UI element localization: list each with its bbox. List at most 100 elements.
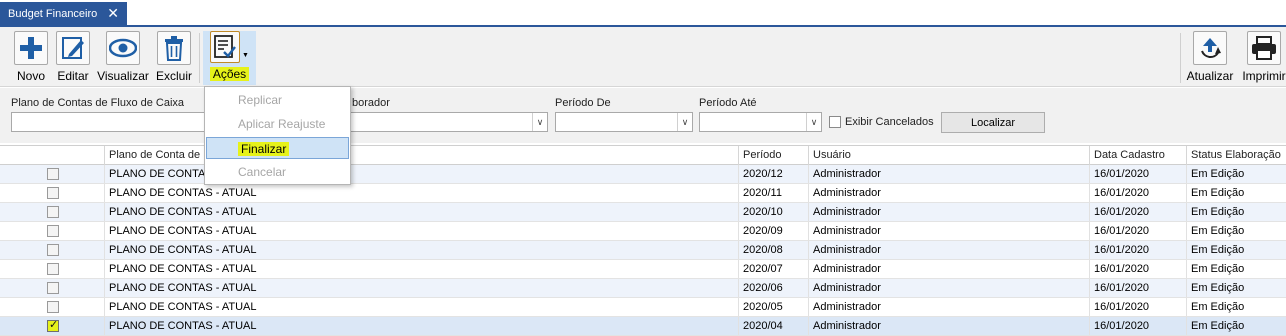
cell-periodo: 2020/12 [738, 165, 808, 183]
editar-button[interactable]: Editar [56, 31, 90, 85]
tab-budget-financeiro[interactable]: Budget Financeiro ✕ [0, 2, 127, 25]
header-plano[interactable]: Plano de Conta de F [104, 146, 738, 165]
cell-periodo: 2020/10 [738, 203, 808, 221]
acoes-button[interactable]: ▼ Ações [203, 31, 256, 85]
cell-plano: PLANO DE CONTAS - ATUAL [104, 298, 738, 316]
atualizar-button[interactable]: Atualizar [1186, 31, 1234, 85]
header-data-cadastro[interactable]: Data Cadastro [1089, 146, 1186, 165]
chevron-down-icon: ▼ [242, 52, 249, 59]
menu-item-aplicar-reajuste[interactable]: Aplicar Reajuste [205, 113, 350, 135]
periodo-ate-select[interactable]: ∨ [699, 112, 822, 132]
grid-header: Plano de Conta de F Período Usuário Data… [0, 145, 1286, 165]
cell-data-cadastro: 16/01/2020 [1089, 184, 1186, 202]
cell-data-cadastro: 16/01/2020 [1089, 165, 1186, 183]
cell-plano: PLANO DE CONTAS - ATUAL [104, 184, 738, 202]
cell-data-cadastro: 16/01/2020 [1089, 298, 1186, 316]
toolbar: Novo Editar Visualizar Excluir ▼ Ações A… [0, 27, 1286, 87]
cell-plano: PLANO DE CONTAS - ATUAL [104, 222, 738, 240]
header-status[interactable]: Status Elaboração [1186, 146, 1286, 165]
header-periodo[interactable]: Período [738, 146, 808, 165]
cell-status: Em Edição [1186, 317, 1286, 335]
novo-button[interactable]: Novo [12, 31, 50, 85]
cell-data-cadastro: 16/01/2020 [1089, 241, 1186, 259]
tab-strip: Budget Financeiro ✕ [0, 0, 1286, 27]
cell-plano: PLANO DE CONTAS - ATUAL [104, 279, 738, 297]
printer-icon [1247, 31, 1281, 65]
cell-status: Em Edição [1186, 222, 1286, 240]
imprimir-label: Imprimir [1242, 69, 1286, 83]
menu-item-replicar[interactable]: Replicar [205, 89, 350, 111]
row-checkbox[interactable] [47, 263, 59, 275]
cell-periodo: 2020/09 [738, 222, 808, 240]
imprimir-button[interactable]: Imprimir [1242, 31, 1286, 85]
localizar-button[interactable]: Localizar [941, 112, 1045, 133]
close-icon[interactable]: ✕ [107, 5, 119, 21]
chevron-down-icon[interactable]: ∨ [532, 113, 547, 131]
filter-bar: Plano de Contas de Fluxo de Caixa borado… [0, 88, 1286, 143]
cell-usuario: Administrador [808, 279, 1089, 297]
table-row[interactable]: PLANO DE CONTAS - ATUAL 2020/05 Administra… [0, 298, 1286, 317]
cell-usuario: Administrador [808, 165, 1089, 183]
data-grid: Plano de Conta de F Período Usuário Data… [0, 145, 1286, 336]
row-checkbox[interactable] [47, 282, 59, 294]
elaborador-label: borador [352, 97, 390, 109]
cell-data-cadastro: 16/01/2020 [1089, 317, 1186, 335]
novo-label: Novo [16, 69, 45, 83]
cell-periodo: 2020/11 [738, 184, 808, 202]
exibir-cancelados-checkbox[interactable] [829, 116, 841, 128]
cell-status: Em Edição [1186, 260, 1286, 278]
chevron-down-icon[interactable]: ∨ [806, 113, 821, 131]
table-row[interactable]: PLANO DE CONTAS - ATUAL 2020/09 Administra… [0, 222, 1286, 241]
table-row[interactable]: PLANO DE CONTAS - ATUAL 2020/08 Administra… [0, 241, 1286, 260]
cell-periodo: 2020/04 [738, 317, 808, 335]
cell-data-cadastro: 16/01/2020 [1089, 260, 1186, 278]
chevron-down-icon[interactable]: ∨ [677, 113, 692, 131]
trash-icon [157, 31, 191, 65]
excluir-button[interactable]: Excluir [156, 31, 192, 85]
toolbar-separator-right [1180, 33, 1181, 83]
exibir-cancelados-label: Exibir Cancelados [845, 116, 934, 128]
menu-item-finalizar[interactable]: Finalizar [206, 137, 349, 159]
checklist-icon [210, 31, 241, 63]
table-row[interactable]: PLANO DE CONTAS - ATUAL 2020/07 Administra… [0, 260, 1286, 279]
table-row[interactable]: PLANO DE CONTAS - ATUAL 2020/06 Administra… [0, 279, 1286, 298]
cell-status: Em Edição [1186, 203, 1286, 221]
row-checkbox[interactable] [47, 301, 59, 313]
row-checkbox[interactable] [47, 206, 59, 218]
table-row[interactable]: PLANO DE CONTAS - ATUAL 2020/11 Administra… [0, 184, 1286, 203]
acoes-label: Ações [209, 67, 250, 81]
app-window: Budget Financeiro ✕ Novo Editar Visualiz… [0, 0, 1286, 336]
cell-plano: PLANO DE CONTAS - ATUAL [104, 203, 738, 221]
row-checkbox[interactable] [47, 168, 59, 180]
header-usuario[interactable]: Usuário [808, 146, 1089, 165]
pencil-icon [56, 31, 90, 65]
row-checkbox[interactable] [47, 318, 59, 332]
plano-label: Plano de Contas de Fluxo de Caixa [11, 97, 185, 109]
atualizar-label: Atualizar [1186, 69, 1234, 83]
plus-icon [14, 31, 48, 65]
row-checkbox[interactable] [47, 244, 59, 256]
row-checkbox[interactable] [47, 225, 59, 237]
cell-periodo: 2020/05 [738, 298, 808, 316]
periodo-de-select[interactable]: ∨ [555, 112, 693, 132]
table-row[interactable]: PLANO DE CONTAS 2020/12 Administrador 16/01… [0, 165, 1286, 184]
cell-usuario: Administrador [808, 241, 1089, 259]
cell-usuario: Administrador [808, 317, 1089, 335]
table-row[interactable]: PLANO DE CONTAS - ATUAL 2020/10 Administra… [0, 203, 1286, 222]
cell-status: Em Edição [1186, 184, 1286, 202]
table-row[interactable]: PLANO DE CONTAS - ATUAL2020/04Administra… [0, 317, 1286, 336]
periodo-de-label: Período De [555, 97, 611, 109]
cell-status: Em Edição [1186, 298, 1286, 316]
cell-periodo: 2020/08 [738, 241, 808, 259]
cell-plano: PLANO DE CONTAS - ATUAL [104, 260, 738, 278]
cell-data-cadastro: 16/01/2020 [1089, 279, 1186, 297]
elaborador-select[interactable]: ∨ [350, 112, 548, 132]
plano-input[interactable] [11, 112, 206, 132]
editar-label: Editar [57, 69, 89, 83]
cell-periodo: 2020/07 [738, 260, 808, 278]
menu-item-cancelar[interactable]: Cancelar [205, 161, 350, 183]
row-checkbox[interactable] [47, 187, 59, 199]
cell-usuario: Administrador [808, 260, 1089, 278]
visualizar-button[interactable]: Visualizar [97, 31, 149, 85]
tab-title: Budget Financeiro [8, 7, 98, 20]
